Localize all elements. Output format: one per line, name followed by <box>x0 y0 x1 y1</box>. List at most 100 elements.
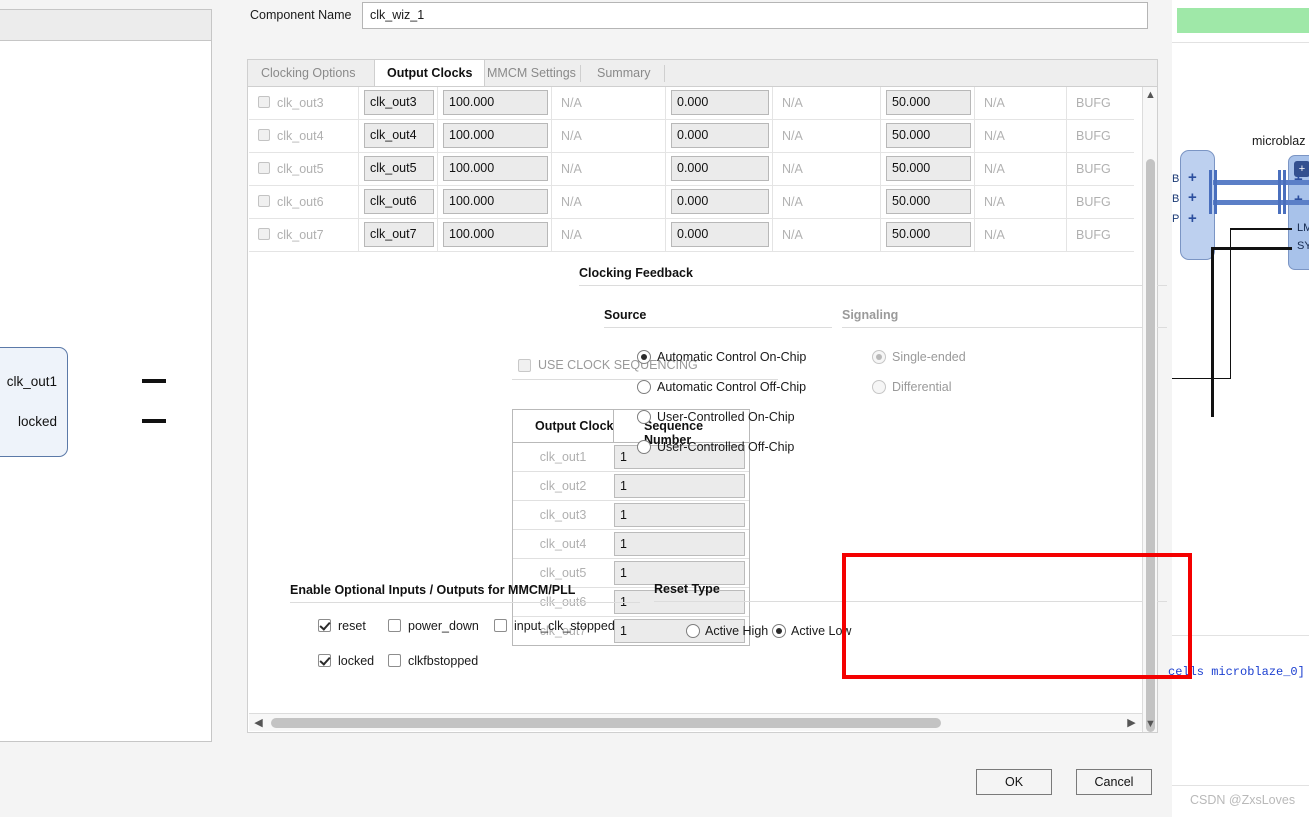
radio-automatic-control-on-chip[interactable] <box>637 350 651 364</box>
port-name-field[interactable]: clk_out5 <box>364 156 434 181</box>
table-row[interactable]: clk_out6 clk_out6 100.000 N/A 0.000 N/A <box>249 186 1134 219</box>
clock-enable-label: clk_out5 <box>277 162 324 176</box>
expand-plus-icon-2[interactable]: + <box>1188 190 1197 205</box>
cell-enable[interactable]: clk_out7 <box>249 219 359 251</box>
requested-freq-field[interactable]: 100.000 <box>443 156 548 181</box>
requested-freq-field[interactable]: 100.000 <box>443 189 548 214</box>
cell-requested-duty[interactable]: 50.000 <box>881 120 975 152</box>
clock-enable-checkbox[interactable] <box>258 96 270 108</box>
scroll-down-icon[interactable]: ▼ <box>1143 716 1158 732</box>
cell-enable[interactable]: clk_out4 <box>249 120 359 152</box>
expand-plus-icon-1[interactable]: + <box>1188 170 1197 185</box>
list-item[interactable]: clk_out4 1 <box>513 530 749 559</box>
reset-type-highlight-box <box>842 553 1192 679</box>
label-single-ended: Single-ended <box>892 350 966 364</box>
cell-requested-phase[interactable]: 0.000 <box>666 186 773 218</box>
cancel-button[interactable]: Cancel <box>1076 769 1152 795</box>
actual-duty-value: N/A <box>984 228 1005 242</box>
actual-freq-value: N/A <box>561 129 582 143</box>
radio-user-controlled-on-chip[interactable] <box>637 410 651 424</box>
requested-duty-field[interactable]: 50.000 <box>886 222 971 247</box>
cell-port-name[interactable]: clk_out5 <box>359 153 438 185</box>
cell-port-name[interactable]: clk_out7 <box>359 219 438 251</box>
radio-single-ended[interactable] <box>872 350 886 364</box>
requested-duty-field[interactable]: 50.000 <box>886 189 971 214</box>
clk-wiz-block-symbol[interactable]: clk_out1 locked <box>0 347 68 457</box>
requested-phase-field[interactable]: 0.000 <box>671 189 769 214</box>
cell-requested-freq[interactable]: 100.000 <box>438 120 552 152</box>
cell-enable[interactable]: clk_out6 <box>249 186 359 218</box>
cell-port-name[interactable]: clk_out4 <box>359 120 438 152</box>
requested-phase-field[interactable]: 0.000 <box>671 90 769 115</box>
sequence-number-field[interactable]: 1 <box>614 503 745 527</box>
port-name-field[interactable]: clk_out4 <box>364 123 434 148</box>
cell-port-name[interactable]: clk_out6 <box>359 186 438 218</box>
horizontal-scrollbar[interactable]: ◀ ▶ <box>249 713 1142 731</box>
radio-automatic-control-off-chip[interactable] <box>637 380 651 394</box>
tab-output-clocks[interactable]: Output Clocks <box>374 60 486 87</box>
list-item[interactable]: clk_out3 1 <box>513 501 749 530</box>
cell-enable[interactable]: clk_out5 <box>249 153 359 185</box>
cell-enable[interactable]: clk_out3 <box>249 87 359 119</box>
checkbox-locked[interactable] <box>318 654 331 667</box>
table-row[interactable]: clk_out4 clk_out4 100.000 N/A 0.000 N/A <box>249 120 1134 153</box>
checkbox-power-down[interactable] <box>388 619 401 632</box>
port-name-field[interactable]: clk_out3 <box>364 90 434 115</box>
requested-phase-field[interactable]: 0.000 <box>671 156 769 181</box>
clocking-wizard-dialog: Component Name clk_wiz_1 Clocking Option… <box>226 0 1192 817</box>
ok-button[interactable]: OK <box>976 769 1052 795</box>
checkbox-reset[interactable] <box>318 619 331 632</box>
requested-phase-field[interactable]: 0.000 <box>671 123 769 148</box>
cell-requested-freq[interactable]: 100.000 <box>438 186 552 218</box>
sequence-number-field[interactable]: 1 <box>614 532 745 556</box>
radio-differential[interactable] <box>872 380 886 394</box>
expand-plus-icon-3[interactable]: + <box>1188 211 1197 226</box>
requested-freq-field[interactable]: 100.000 <box>443 90 548 115</box>
use-clock-sequencing-checkbox[interactable] <box>518 359 531 372</box>
radio-active-high[interactable] <box>686 624 700 638</box>
bus-tick-f <box>1283 170 1286 192</box>
cell-requested-phase[interactable]: 0.000 <box>666 120 773 152</box>
cell-requested-duty[interactable]: 50.000 <box>881 219 975 251</box>
horizontal-scrollbar-thumb[interactable] <box>271 718 941 728</box>
table-row[interactable]: clk_out5 clk_out5 100.000 N/A 0.000 N/A <box>249 153 1134 186</box>
cell-requested-phase[interactable]: 0.000 <box>666 153 773 185</box>
cell-requested-phase[interactable]: 0.000 <box>666 219 773 251</box>
cell-requested-duty[interactable]: 50.000 <box>881 186 975 218</box>
tab-summary[interactable]: Summary <box>585 60 662 87</box>
scroll-right-icon[interactable]: ▶ <box>1124 715 1139 731</box>
scroll-up-icon[interactable]: ▲ <box>1143 87 1158 103</box>
checkbox-clkfbstopped[interactable] <box>388 654 401 667</box>
component-name-input[interactable]: clk_wiz_1 <box>362 2 1148 29</box>
requested-duty-field[interactable]: 50.000 <box>886 90 971 115</box>
checkbox-input-clk-stopped[interactable] <box>494 619 507 632</box>
cell-requested-phase[interactable]: 0.000 <box>666 87 773 119</box>
requested-duty-field[interactable]: 50.000 <box>886 156 971 181</box>
table-row[interactable]: clk_out3 clk_out3 100.000 N/A 0.000 N/A <box>249 87 1134 120</box>
cell-requested-duty[interactable]: 50.000 <box>881 153 975 185</box>
cell-requested-freq[interactable]: 100.000 <box>438 219 552 251</box>
clock-enable-checkbox[interactable] <box>258 162 270 174</box>
cell-port-name[interactable]: clk_out3 <box>359 87 438 119</box>
cell-drives: BUFG <box>1067 153 1134 185</box>
clock-enable-checkbox[interactable] <box>258 195 270 207</box>
radio-active-low[interactable] <box>772 624 786 638</box>
cell-requested-freq[interactable]: 100.000 <box>438 153 552 185</box>
cell-requested-duty[interactable]: 50.000 <box>881 87 975 119</box>
table-row[interactable]: clk_out7 clk_out7 100.000 N/A 0.000 N/A <box>249 219 1134 252</box>
scroll-left-icon[interactable]: ◀ <box>251 715 266 731</box>
list-item[interactable]: clk_out2 1 <box>513 472 749 501</box>
requested-freq-field[interactable]: 100.000 <box>443 123 548 148</box>
clock-enable-checkbox[interactable] <box>258 129 270 141</box>
port-name-field[interactable]: clk_out7 <box>364 222 434 247</box>
radio-user-controlled-off-chip[interactable] <box>637 440 651 454</box>
tab-mmcm-settings[interactable]: MMCM Settings <box>475 60 588 87</box>
requested-duty-field[interactable]: 50.000 <box>886 123 971 148</box>
clock-enable-checkbox[interactable] <box>258 228 270 240</box>
cell-requested-freq[interactable]: 100.000 <box>438 87 552 119</box>
requested-phase-field[interactable]: 0.000 <box>671 222 769 247</box>
port-name-field[interactable]: clk_out6 <box>364 189 434 214</box>
requested-freq-field[interactable]: 100.000 <box>443 222 548 247</box>
sequence-number-field[interactable]: 1 <box>614 474 745 498</box>
tab-clocking-options[interactable]: Clocking Options <box>249 60 368 87</box>
